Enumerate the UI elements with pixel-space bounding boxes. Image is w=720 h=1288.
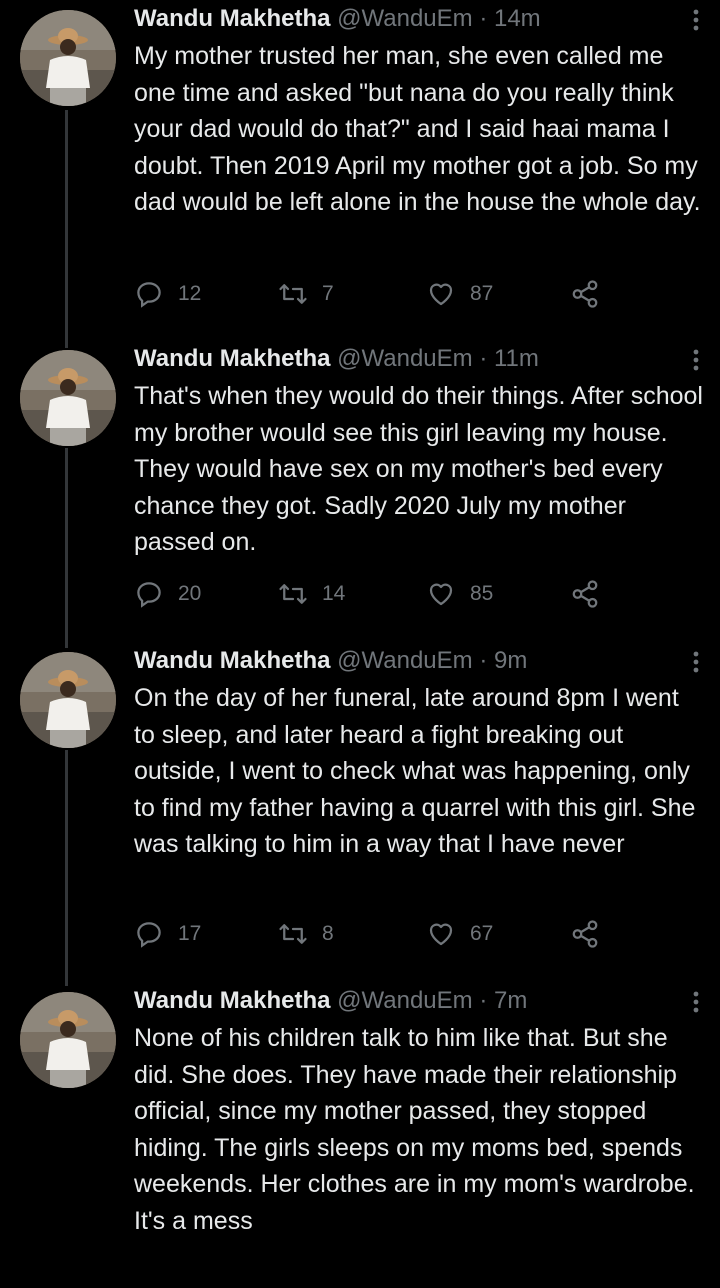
reply-button[interactable]: 17 [134, 916, 201, 952]
avatar[interactable] [20, 992, 116, 1088]
timestamp[interactable]: 9m [494, 647, 527, 674]
author-handle[interactable]: @WanduEm [337, 345, 473, 372]
share-icon [572, 920, 598, 948]
separator-dot: · [479, 987, 488, 1014]
more-icon[interactable] [686, 8, 706, 32]
like-button[interactable]: 85 [426, 576, 493, 612]
more-icon[interactable] [686, 990, 706, 1014]
reply-icon [137, 282, 161, 308]
like-count: 87 [470, 282, 494, 305]
avatar[interactable] [20, 350, 116, 446]
share-button[interactable] [570, 576, 600, 612]
reply-button[interactable]: 20 [134, 576, 201, 612]
retweet-icon [279, 584, 307, 604]
reply-button[interactable]: 12 [134, 276, 201, 312]
like-count: 67 [470, 922, 494, 945]
retweet-icon [279, 924, 307, 944]
author-name[interactable]: Wandu Makhetha [134, 647, 330, 674]
tweet-content: Wandu Makhetha @WanduEm · 7m None of his… [134, 982, 704, 1239]
share-button[interactable] [570, 276, 600, 312]
profile-photo [20, 350, 116, 446]
reply-icon [137, 922, 161, 948]
separator-dot: · [479, 345, 488, 372]
reply-icon [137, 582, 161, 608]
heart-icon [429, 283, 453, 306]
tweet-text: My mother trusted her man, she even call… [134, 42, 701, 216]
retweet-button[interactable]: 7 [278, 276, 334, 312]
tweet[interactable]: Wandu Makhetha @WanduEm · 14m My mother … [0, 0, 720, 340]
tweet-content: Wandu Makhetha @WanduEm · 11m That's whe… [134, 340, 704, 561]
share-icon [572, 280, 598, 308]
tweet[interactable]: Wandu Makhetha @WanduEm · 9m On the day … [0, 642, 720, 980]
profile-photo [20, 10, 116, 106]
tweet-content: Wandu Makhetha @WanduEm · 14m My mother … [134, 0, 704, 221]
share-icon [572, 580, 598, 608]
profile-photo [20, 652, 116, 748]
author-handle[interactable]: @WanduEm [337, 647, 473, 674]
timestamp[interactable]: 11m [494, 345, 539, 372]
separator-dot: · [479, 647, 488, 674]
avatar[interactable] [20, 10, 116, 106]
action-bar: 17 8 67 [134, 916, 694, 952]
tweet[interactable]: Wandu Makhetha @WanduEm · 7m None of his… [0, 982, 720, 1288]
more-icon[interactable] [686, 348, 706, 372]
tweet-text: None of his children talk to him like th… [134, 1024, 695, 1235]
avatar[interactable] [20, 652, 116, 748]
author-handle[interactable]: @WanduEm [337, 987, 473, 1014]
reply-count: 12 [178, 282, 202, 305]
timestamp[interactable]: 14m [494, 5, 541, 32]
tweet-header: Wandu Makhetha @WanduEm · 11m [134, 340, 704, 378]
retweet-icon [279, 284, 307, 304]
action-bar: 12 7 87 [134, 276, 694, 312]
tweet-content: Wandu Makhetha @WanduEm · 9m On the day … [134, 642, 704, 863]
tweet-text: That's when they would do their things. … [134, 382, 703, 556]
retweet-button[interactable]: 14 [278, 576, 345, 612]
retweet-count: 14 [322, 582, 346, 605]
more-icon[interactable] [686, 650, 706, 674]
tweet[interactable]: Wandu Makhetha @WanduEm · 11m That's whe… [0, 340, 720, 640]
reply-count: 20 [178, 582, 202, 605]
retweet-button[interactable]: 8 [278, 916, 334, 952]
like-button[interactable]: 67 [426, 916, 493, 952]
action-bar: 20 14 85 [134, 576, 694, 612]
profile-photo [20, 992, 116, 1088]
tweet-header: Wandu Makhetha @WanduEm · 14m [134, 0, 704, 38]
author-name[interactable]: Wandu Makhetha [134, 987, 330, 1014]
like-count: 85 [470, 582, 494, 605]
retweet-count: 8 [322, 922, 334, 945]
retweet-count: 7 [322, 282, 334, 305]
like-button[interactable]: 87 [426, 276, 493, 312]
share-button[interactable] [570, 916, 600, 952]
tweet-header: Wandu Makhetha @WanduEm · 7m [134, 982, 704, 1020]
timestamp[interactable]: 7m [494, 987, 527, 1014]
tweet-header: Wandu Makhetha @WanduEm · 9m [134, 642, 704, 680]
author-name[interactable]: Wandu Makhetha [134, 5, 330, 32]
heart-icon [429, 583, 453, 606]
reply-count: 17 [178, 922, 202, 945]
heart-icon [429, 923, 453, 946]
author-handle[interactable]: @WanduEm [337, 5, 473, 32]
tweet-text: On the day of her funeral, late around 8… [134, 684, 696, 858]
separator-dot: · [479, 5, 488, 32]
author-name[interactable]: Wandu Makhetha [134, 345, 330, 372]
